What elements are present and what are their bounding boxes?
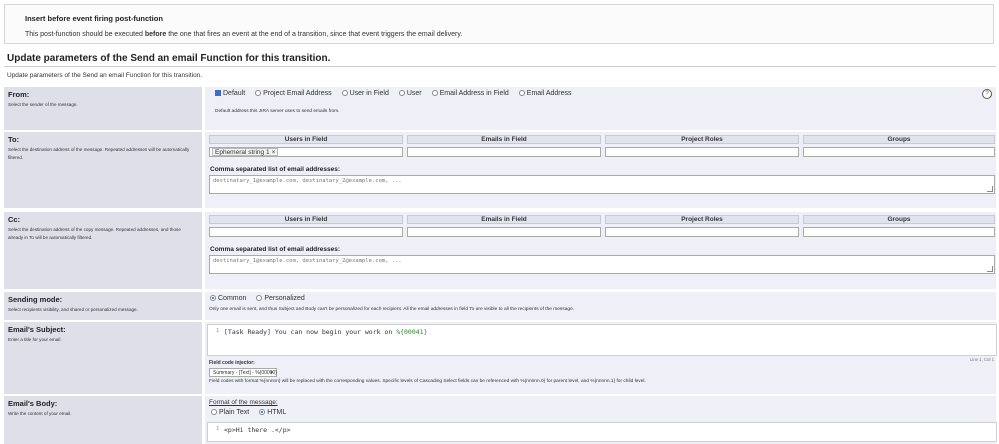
sending-mode-label: Sending mode: — [8, 295, 63, 304]
to-col-groups: Groups — [803, 135, 995, 144]
to-emails-in-field-input[interactable] — [407, 147, 601, 157]
subject-code: [Task Ready] You can now begin your work… — [224, 328, 428, 336]
info-banner: Insert before event firing post-function… — [4, 4, 994, 44]
user-tag: Ephemeral string 1 × — [212, 148, 279, 156]
from-description: Select the sender of the message. — [8, 102, 78, 107]
from-option-email-address[interactable]: Email Address — [518, 90, 572, 97]
radio-icon — [255, 90, 262, 97]
resize-grip-icon[interactable] — [987, 266, 993, 272]
body-label-cell: Email's Body: Write the content of your … — [4, 396, 202, 444]
to-col-project-roles: Project Roles — [605, 135, 799, 144]
cursor-position: Line 1, Col 1 — [969, 357, 994, 362]
to-project-roles-input[interactable] — [605, 147, 799, 157]
radio-icon — [211, 409, 217, 416]
from-option-default[interactable]: Default — [215, 90, 245, 97]
format-plain-text[interactable]: Plain Text — [211, 409, 249, 416]
sending-mode-personalized[interactable]: Personalized — [256, 295, 305, 302]
to-col-emails-in-field: Emails in Field — [407, 135, 601, 144]
from-option-user[interactable]: User — [398, 90, 422, 97]
to-groups-input[interactable] — [803, 147, 995, 157]
cc-col-groups: Groups — [803, 215, 995, 224]
radio-icon — [256, 295, 263, 302]
cc-groups-input[interactable] — [803, 227, 995, 237]
cc-csv-textarea[interactable]: destinatary_1@example.com, destinatary_2… — [209, 255, 995, 274]
subject-editor[interactable]: 1 [Task Ready] You can now begin your wo… — [207, 324, 997, 356]
from-content: Default Project Email Address User in Fi… — [205, 87, 996, 130]
checked-radio-icon — [259, 409, 266, 416]
sending-mode-row: Sending mode: Select recipients visibili… — [4, 292, 996, 320]
sending-mode-common[interactable]: Common — [210, 295, 246, 302]
subject-hint: Field codes with format %{nnnnn} will be… — [209, 379, 646, 384]
to-label: To: — [8, 135, 20, 144]
cc-label: Cc: — [8, 215, 21, 224]
from-label-cell: From: Select the sender of the message. — [4, 87, 202, 130]
body-code: <p>Hi there .</p> — [224, 426, 291, 434]
from-option-project-email[interactable]: Project Email Address — [255, 90, 332, 97]
to-col-users-in-field: Users in Field — [209, 135, 403, 144]
line-number: 1 — [216, 328, 220, 334]
subject-row: Email's Subject: Enter a title for your … — [4, 322, 997, 394]
radio-icon — [341, 90, 348, 97]
cc-col-users-in-field: Users in Field — [209, 215, 403, 224]
checked-radio-icon — [210, 295, 216, 302]
from-options: Default Project Email Address User in Fi… — [215, 90, 580, 97]
to-content: Users in Field Emails in Field Project R… — [205, 132, 996, 208]
cc-row: Cc: Select the destination address of th… — [4, 212, 996, 289]
sending-mode-label-cell: Sending mode: Select recipients visibili… — [4, 292, 202, 320]
to-row: To: Select the destination address of th… — [4, 132, 996, 208]
body-content: Format of the message: Plain Text HTML 1… — [205, 396, 997, 444]
cc-col-emails-in-field: Emails in Field — [407, 215, 601, 224]
banner-title: Insert before event firing post-function — [25, 14, 163, 23]
body-editor[interactable]: 1 <p>Hi there .</p> — [207, 422, 997, 442]
remove-tag-icon[interactable]: × — [272, 149, 276, 156]
cc-content: Users in Field Emails in Field Project R… — [205, 212, 996, 289]
injector-label: Field code injector: — [209, 360, 255, 366]
radio-icon — [398, 90, 405, 97]
sending-mode-content: Common Personalized Only one email is se… — [205, 292, 996, 320]
subject-label: Email's Subject: — [8, 325, 66, 334]
subject-description: Enter a title for your email. — [8, 337, 62, 342]
cc-description: Select the destination address of the co… — [8, 227, 181, 240]
field-code-injector-select[interactable]: Summary - [Text] - %{00000} ▾ — [209, 368, 277, 377]
cc-users-in-field-input[interactable] — [209, 227, 403, 237]
cc-label-cell: Cc: Select the destination address of th… — [4, 212, 202, 289]
cc-emails-in-field-input[interactable] — [407, 227, 601, 237]
sending-mode-description: Select recipients visibility, and shared… — [8, 307, 138, 312]
to-users-in-field-input[interactable]: Ephemeral string 1 × — [209, 147, 403, 157]
radio-icon — [518, 90, 525, 97]
cc-project-roles-input[interactable] — [605, 227, 799, 237]
body-label: Email's Body: — [8, 399, 58, 408]
body-description: Write the content of your email. — [8, 411, 72, 416]
to-csv-textarea[interactable]: destinatary_1@example.com, destinatary_2… — [209, 175, 995, 194]
sending-mode-hint: Only one email is sent, and thus Subject… — [209, 307, 575, 312]
cc-csv-label: Comma separated list of email addresses: — [210, 246, 341, 253]
line-number: 1 — [216, 426, 220, 432]
divider — [4, 66, 996, 67]
page-subtitle: Update parameters of the Send an email F… — [7, 72, 203, 79]
checked-radio-icon — [215, 90, 221, 97]
body-format-label: Format of the message: — [209, 399, 278, 406]
body-format-options: Plain Text HTML — [211, 409, 294, 416]
page-title: Update parameters of the Send an email F… — [7, 53, 331, 64]
from-row: From: Select the sender of the message. … — [4, 87, 996, 130]
banner-description: This post-function should be executed be… — [25, 31, 463, 38]
body-row: Email's Body: Write the content of your … — [4, 396, 997, 444]
radio-icon — [431, 90, 438, 97]
help-icon[interactable]: ? — [982, 89, 992, 99]
resize-grip-icon[interactable] — [987, 186, 993, 192]
from-hint: Default address this JIRA server uses to… — [215, 109, 340, 114]
to-label-cell: To: Select the destination address of th… — [4, 132, 202, 208]
from-option-user-in-field[interactable]: User in Field — [341, 90, 389, 97]
chevron-down-icon: ▾ — [270, 370, 273, 376]
subject-content: 1 [Task Ready] You can now begin your wo… — [205, 322, 997, 394]
subject-label-cell: Email's Subject: Enter a title for your … — [4, 322, 202, 394]
from-option-email-in-field[interactable]: Email Address in Field — [431, 90, 509, 97]
format-html[interactable]: HTML — [259, 409, 286, 416]
to-description: Select the destination address of the me… — [8, 147, 190, 160]
sending-mode-options: Common Personalized — [210, 295, 313, 302]
to-csv-label: Comma separated list of email addresses: — [210, 166, 341, 173]
cc-col-project-roles: Project Roles — [605, 215, 799, 224]
from-label: From: — [8, 90, 30, 99]
